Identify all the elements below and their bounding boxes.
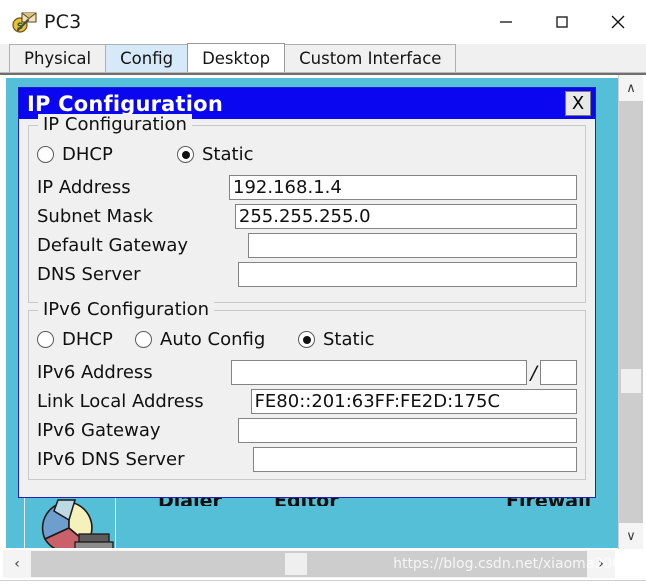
- vertical-scroll-thumb[interactable]: [621, 369, 641, 393]
- subnet-mask-row: Subnet Mask 255.255.255.0: [37, 202, 577, 231]
- ip-address-label: IP Address: [37, 177, 131, 198]
- tab-physical-label: Physical: [24, 49, 92, 68]
- tab-config-label: Config: [120, 49, 174, 68]
- default-gateway-row: Default Gateway: [37, 231, 577, 260]
- tab-desktop-label: Desktop: [202, 48, 271, 68]
- scroll-left-arrow-icon[interactable]: ‹: [3, 550, 31, 578]
- radio-selected-icon: [177, 146, 194, 163]
- window-titlebar: S PC3: [0, 0, 646, 44]
- ip-configuration-dialog: IP Configuration X IP Configuration DHCP: [18, 87, 596, 498]
- window-title: PC3: [44, 11, 82, 33]
- packet-tracer-envelope-icon: S: [12, 9, 38, 35]
- horizontal-scroll-thumb[interactable]: [285, 553, 307, 575]
- ipv6-prefix-separator: /: [530, 361, 537, 384]
- window-bottom-edge: [0, 580, 646, 586]
- ip-address-row: IP Address 192.168.1.4: [37, 173, 577, 202]
- vertical-scroll-track[interactable]: [619, 101, 643, 523]
- ipv4-mode-radio-group: DHCP Static: [37, 140, 577, 169]
- tab-custom-interface[interactable]: Custom Interface: [284, 44, 457, 72]
- ipv4-mode-static-label: Static: [202, 144, 254, 165]
- radio-unselected-icon: [37, 146, 54, 163]
- window-controls: [478, 0, 646, 44]
- chevron-left-icon: ‹: [14, 556, 20, 572]
- ipv6-mode-auto-config-label: Auto Config: [160, 329, 266, 350]
- dns-server-row: DNS Server: [37, 260, 577, 289]
- tab-config[interactable]: Config: [105, 44, 189, 72]
- ipv6-gateway-input[interactable]: [237, 418, 577, 443]
- scroll-right-arrow-icon[interactable]: ›: [587, 550, 615, 578]
- subnet-mask-label: Subnet Mask: [37, 206, 153, 227]
- ipv4-mode-dhcp-radio[interactable]: DHCP: [37, 144, 177, 165]
- close-icon: X: [571, 93, 585, 114]
- ipv6-dns-server-input[interactable]: [252, 447, 577, 472]
- packet-tracer-device-window: S PC3: [0, 0, 646, 586]
- minimize-button[interactable]: [478, 0, 534, 44]
- ipv6-gateway-label: IPv6 Gateway: [37, 420, 161, 441]
- ip-configuration-dialog-body: IP Configuration DHCP Static IP Address …: [19, 114, 595, 497]
- ipv6-mode-auto-config-radio[interactable]: Auto Config: [135, 329, 298, 350]
- close-button[interactable]: [590, 0, 646, 44]
- scroll-up-arrow-icon[interactable]: ∧: [619, 75, 643, 101]
- chevron-down-icon: ∨: [626, 528, 636, 544]
- tab-physical[interactable]: Physical: [9, 44, 107, 72]
- ip-configuration-dialog-title: IP Configuration: [27, 91, 223, 116]
- pie-chart-desktop-icon[interactable]: [24, 497, 116, 548]
- ipv4-mode-static-radio[interactable]: Static: [177, 144, 253, 165]
- default-gateway-input[interactable]: [247, 233, 577, 258]
- radio-selected-icon: [298, 331, 315, 348]
- link-local-address-label: Link Local Address: [37, 391, 204, 412]
- ipv4-group-legend: IP Configuration: [38, 114, 192, 135]
- subnet-mask-input[interactable]: 255.255.255.0: [234, 204, 577, 229]
- device-tabs: Physical Config Desktop Custom Interface: [0, 43, 646, 73]
- ipv6-configuration-group: IPv6 Configuration DHCP Auto Config Stat…: [28, 299, 586, 480]
- ipv6-group-legend: IPv6 Configuration: [38, 299, 215, 320]
- ipv4-configuration-group: IP Configuration DHCP Static IP Address …: [28, 114, 586, 303]
- vertical-scrollbar[interactable]: ∧ ∨: [618, 75, 643, 549]
- ipv6-mode-dhcp-radio[interactable]: DHCP: [37, 329, 135, 350]
- desktop-content-frame: Dialer Editor Firewall IP Configuration: [0, 73, 646, 549]
- horizontal-scroll-track[interactable]: [31, 551, 587, 577]
- scroll-down-arrow-icon[interactable]: ∨: [619, 523, 643, 549]
- link-local-address-input[interactable]: FE80::201:63FF:FE2D:175C: [250, 389, 577, 414]
- horizontal-scrollbar[interactable]: ‹ ›: [3, 550, 615, 578]
- ipv6-mode-dhcp-label: DHCP: [62, 329, 113, 350]
- tab-desktop[interactable]: Desktop: [187, 43, 286, 72]
- ipv6-prefix-length-input[interactable]: [539, 360, 577, 385]
- ipv6-address-input[interactable]: [231, 360, 528, 385]
- ipv6-address-row: IPv6 Address /: [37, 358, 577, 387]
- ipv6-dns-server-row: IPv6 DNS Server: [37, 445, 577, 474]
- ipv6-dns-server-label: IPv6 DNS Server: [37, 449, 185, 470]
- dns-server-input[interactable]: [237, 262, 577, 287]
- ipv6-mode-radio-group: DHCP Auto Config Static: [37, 325, 577, 354]
- radio-unselected-icon: [37, 331, 54, 348]
- chevron-up-icon: ∧: [626, 80, 636, 96]
- ip-address-input[interactable]: 192.168.1.4: [229, 175, 577, 200]
- ip-configuration-close-button[interactable]: X: [565, 91, 591, 116]
- default-gateway-label: Default Gateway: [37, 235, 189, 256]
- radio-unselected-icon: [135, 331, 152, 348]
- maximize-button[interactable]: [534, 0, 590, 44]
- dns-server-label: DNS Server: [37, 264, 141, 285]
- ipv6-address-label: IPv6 Address: [37, 362, 153, 383]
- ipv6-mode-static-radio[interactable]: Static: [298, 329, 374, 350]
- desktop-canvas: Dialer Editor Firewall IP Configuration: [6, 78, 618, 548]
- link-local-address-row: Link Local Address FE80::201:63FF:FE2D:1…: [37, 387, 577, 416]
- tab-custom-interface-label: Custom Interface: [299, 49, 442, 68]
- chevron-right-icon: ›: [598, 556, 604, 572]
- ipv6-gateway-row: IPv6 Gateway: [37, 416, 577, 445]
- ipv4-mode-dhcp-label: DHCP: [62, 144, 113, 165]
- ipv6-mode-static-label: Static: [323, 329, 375, 350]
